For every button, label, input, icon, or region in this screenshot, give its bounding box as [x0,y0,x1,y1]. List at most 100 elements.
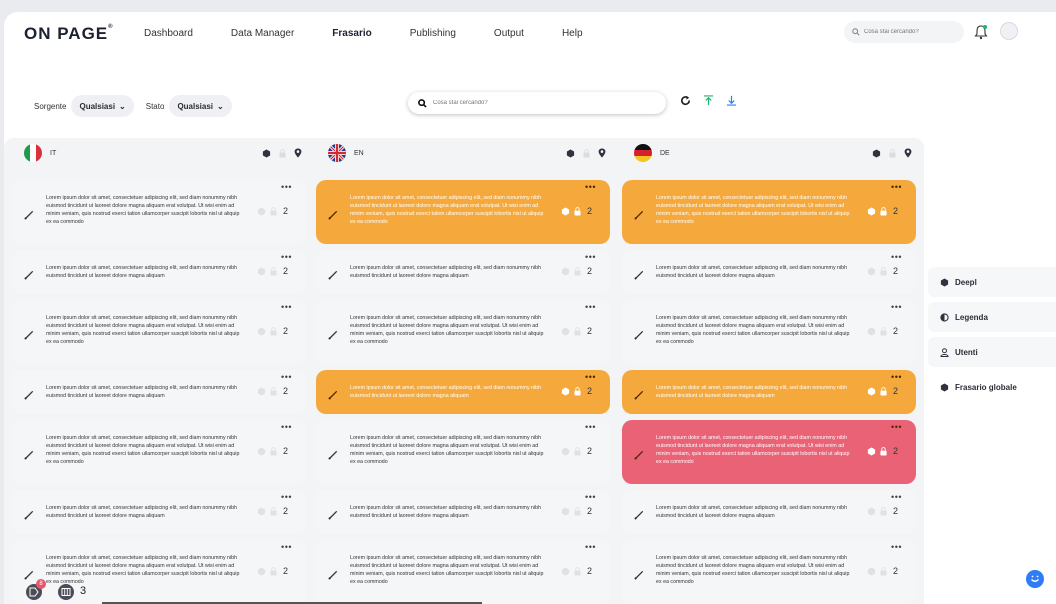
edit-pencil-icon[interactable] [634,507,645,525]
more-options-icon[interactable]: ••• [585,492,596,502]
deepl-icon[interactable] [867,386,876,396]
deepl-icon[interactable] [561,326,570,336]
lock-icon[interactable] [880,386,887,396]
deepl-icon[interactable] [566,148,575,158]
phrase-card[interactable]: ••• Lorem ipsum dolor sit amet, consectet… [316,300,610,364]
phrase-card[interactable]: ••• Lorem ipsum dolor sit amet, consectet… [622,490,916,534]
deepl-icon[interactable] [257,266,266,276]
location-pin-icon[interactable] [598,148,606,158]
lock-icon[interactable] [880,206,887,216]
nav-publishing[interactable]: Publishing [410,28,456,39]
deepl-icon[interactable] [867,206,876,216]
lock-icon[interactable] [880,326,887,336]
more-options-icon[interactable]: ••• [281,492,292,502]
lock-icon[interactable] [270,566,277,576]
more-options-icon[interactable]: ••• [281,422,292,432]
more-options-icon[interactable]: ••• [585,252,596,262]
location-pin-icon[interactable] [904,148,912,158]
deepl-icon[interactable] [561,206,570,216]
more-options-icon[interactable]: ••• [585,182,596,192]
avatar[interactable] [1000,22,1018,40]
location-pin-icon[interactable] [294,148,302,158]
edit-pencil-icon[interactable] [634,327,645,345]
side-item-utenti[interactable]: Utenti [928,337,1056,367]
edit-pencil-icon[interactable] [24,267,35,285]
edit-pencil-icon[interactable] [634,567,645,585]
phrase-card[interactable]: ••• Lorem ipsum dolor sit amet, consectet… [316,540,610,604]
phrase-card[interactable]: ••• Lorem ipsum dolor sit amet, consectet… [316,370,610,414]
lock-icon[interactable] [880,566,887,576]
bell-icon[interactable] [974,24,988,40]
lock-icon[interactable] [889,148,896,158]
phrase-card[interactable]: ••• Lorem ipsum dolor sit amet, consectet… [12,490,306,534]
edit-pencil-icon[interactable] [634,207,645,225]
phrase-card[interactable]: ••• Lorem ipsum dolor sit amet, consectet… [12,420,306,484]
lock-icon[interactable] [880,266,887,276]
more-options-icon[interactable]: ••• [585,302,596,312]
phrase-card[interactable]: ••• Lorem ipsum dolor sit amet, consectet… [622,420,916,484]
lock-icon[interactable] [270,266,277,276]
more-options-icon[interactable]: ••• [585,542,596,552]
upload-icon[interactable] [703,95,714,106]
deepl-icon[interactable] [257,206,266,216]
edit-pencil-icon[interactable] [634,267,645,285]
nav-dashboard[interactable]: Dashboard [144,28,193,39]
more-options-icon[interactable]: ••• [891,542,902,552]
deepl-icon[interactable] [257,446,266,456]
lock-icon[interactable] [574,326,581,336]
lock-icon[interactable] [880,446,887,456]
help-chat-button[interactable] [1026,570,1044,588]
source-dropdown[interactable]: Qualsiasi ⌄ [71,95,134,117]
state-dropdown[interactable]: Qualsiasi ⌄ [169,95,232,117]
edit-pencil-icon[interactable] [328,567,339,585]
phrase-card[interactable]: ••• Lorem ipsum dolor sit amet, consectet… [316,420,610,484]
more-options-icon[interactable]: ••• [891,492,902,502]
phrase-card[interactable]: ••• Lorem ipsum dolor sit amet, consectet… [622,250,916,294]
deepl-icon[interactable] [867,566,876,576]
deepl-icon[interactable] [257,506,266,516]
phrase-card[interactable]: ••• Lorem ipsum dolor sit amet, consectet… [12,370,306,414]
more-options-icon[interactable]: ••• [891,182,902,192]
phrase-card[interactable]: ••• Lorem ipsum dolor sit amet, consectet… [622,180,916,244]
edit-pencil-icon[interactable] [328,207,339,225]
deepl-icon[interactable] [257,326,266,336]
deepl-icon[interactable] [872,148,881,158]
edit-pencil-icon[interactable] [24,207,35,225]
deepl-icon[interactable] [561,446,570,456]
phrase-card[interactable]: ••• Lorem ipsum dolor sit amet, consectet… [622,300,916,364]
edit-pencil-icon[interactable] [24,447,35,465]
deepl-icon[interactable] [867,506,876,516]
lock-icon[interactable] [574,506,581,516]
deepl-icon[interactable] [561,386,570,396]
phrase-card[interactable]: ••• Lorem ipsum dolor sit amet, consectet… [316,180,610,244]
lock-icon[interactable] [574,266,581,276]
phrase-card[interactable]: ••• Lorem ipsum dolor sit amet, consectet… [12,180,306,244]
more-options-icon[interactable]: ••• [281,302,292,312]
phrase-card[interactable]: ••• Lorem ipsum dolor sit amet, consectet… [622,540,916,604]
deepl-icon[interactable] [561,266,570,276]
edit-pencil-icon[interactable] [24,507,35,525]
phrase-card[interactable]: ••• Lorem ipsum dolor sit amet, consectet… [12,300,306,364]
more-options-icon[interactable]: ••• [891,372,902,382]
deepl-icon[interactable] [561,506,570,516]
lock-icon[interactable] [574,566,581,576]
lock-icon[interactable] [583,148,590,158]
more-options-icon[interactable]: ••• [281,372,292,382]
nav-output[interactable]: Output [494,28,524,39]
lock-icon[interactable] [270,206,277,216]
more-options-icon[interactable]: ••• [281,252,292,262]
logo[interactable]: ON PAGE® [24,24,114,44]
edit-pencil-icon[interactable] [24,567,35,585]
lock-icon[interactable] [270,326,277,336]
edit-pencil-icon[interactable] [634,387,645,405]
lock-icon[interactable] [270,446,277,456]
more-options-icon[interactable]: ••• [891,422,902,432]
tag-badge-button[interactable]: 8 [26,579,46,600]
refresh-icon[interactable] [680,95,691,106]
edit-pencil-icon[interactable] [24,387,35,405]
more-options-icon[interactable]: ••• [585,422,596,432]
side-item-frasario-globale[interactable]: Frasario globale [928,372,1056,402]
edit-pencil-icon[interactable] [328,447,339,465]
deepl-icon[interactable] [257,386,266,396]
lock-icon[interactable] [880,506,887,516]
